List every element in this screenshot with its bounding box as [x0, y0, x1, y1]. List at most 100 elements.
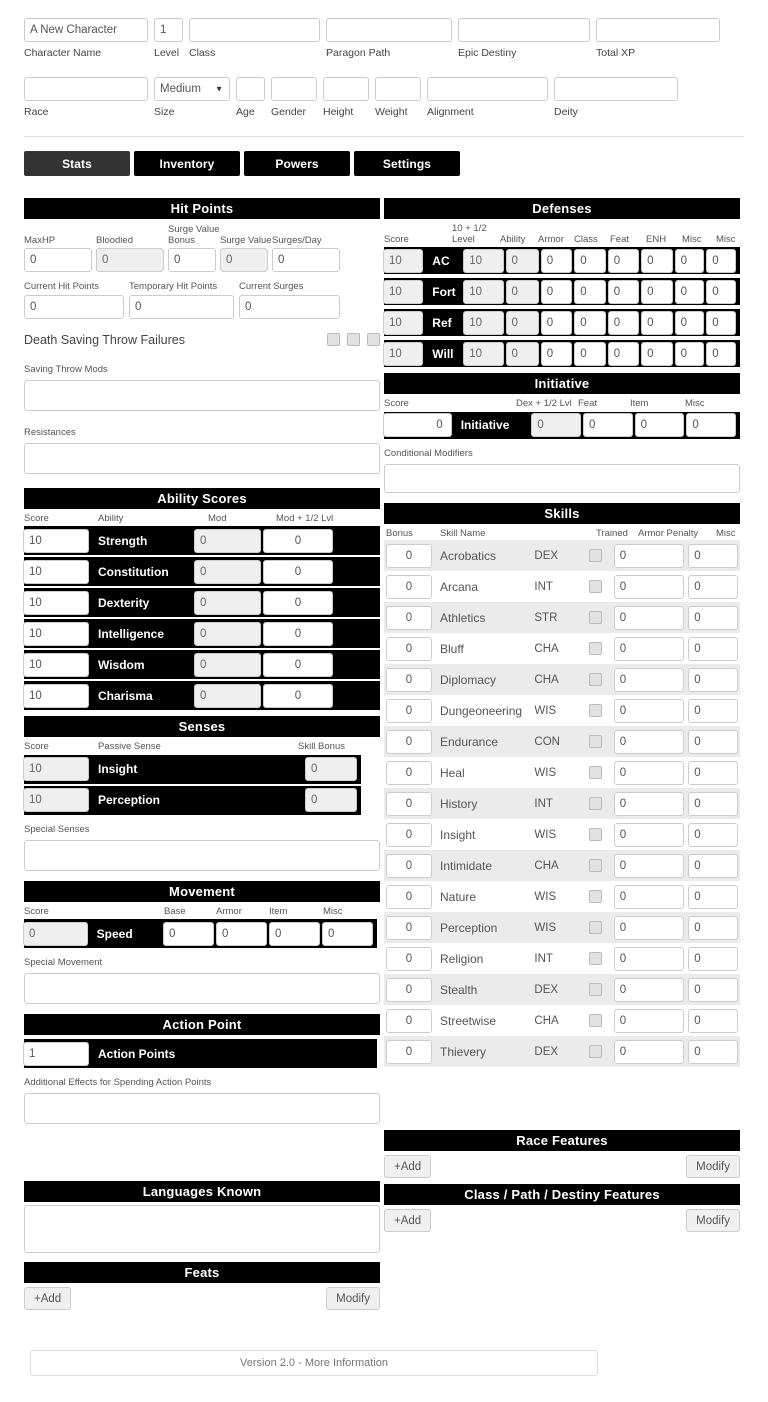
defense-score-ac[interactable]: 10 [383, 248, 424, 273]
defense-class-ac[interactable]: 0 [574, 248, 606, 273]
skill-misc-stealth[interactable]: 0 [688, 977, 738, 1002]
skill-misc-thievery[interactable]: 0 [688, 1039, 738, 1064]
deity-input[interactable] [554, 77, 678, 101]
ability-mod-half-intelligence[interactable]: 0 [263, 621, 333, 646]
ability-mod-constitution[interactable]: 0 [194, 559, 261, 584]
hp-input-maxhp[interactable]: 0 [24, 248, 92, 272]
skill-armor-penalty-acrobatics[interactable]: 0 [613, 543, 685, 568]
ability-mod-half-constitution[interactable]: 0 [263, 559, 333, 584]
skill-armor-penalty-athletics[interactable]: 0 [613, 605, 685, 630]
character-name-input[interactable]: A New Character [24, 18, 148, 42]
skill-misc-streetwise[interactable]: 0 [688, 1008, 738, 1033]
movement-armor[interactable]: 0 [215, 921, 267, 946]
skill-misc-diplomacy[interactable]: 0 [688, 667, 738, 692]
class-features-add-button[interactable]: +Add [384, 1209, 432, 1232]
ability-score-intelligence[interactable]: 10 [23, 621, 89, 646]
special-movement-input[interactable] [24, 973, 380, 1004]
total-xp-input[interactable] [596, 18, 720, 42]
defense-misc1-ref[interactable]: 0 [674, 310, 705, 335]
defense-misc2-fort[interactable]: 0 [706, 279, 736, 304]
hp-input-current-hit-points[interactable]: 0 [24, 294, 124, 319]
defense-ability-fort[interactable]: 0 [505, 279, 539, 304]
defense-ability-ref[interactable]: 0 [505, 310, 539, 335]
hp-input-bloodied[interactable]: 0 [96, 248, 164, 272]
initiative-feat[interactable]: 0 [583, 413, 633, 437]
size-select[interactable]: Medium ▼ [154, 77, 230, 101]
skill-misc-nature[interactable]: 0 [688, 884, 738, 909]
skill-armor-penalty-heal[interactable]: 0 [613, 760, 685, 785]
initiative-item[interactable]: 0 [634, 413, 685, 437]
defense-feat-fort[interactable]: 0 [607, 279, 640, 304]
skill-trained-checkbox-acrobatics[interactable] [589, 549, 603, 562]
skill-bonus-insight[interactable]: 0 [386, 822, 432, 847]
skill-bonus-heal[interactable]: 0 [386, 760, 432, 785]
skill-misc-athletics[interactable]: 0 [688, 605, 738, 630]
death-save-checkbox-1[interactable] [327, 333, 340, 346]
skill-trained-checkbox-intimidate[interactable] [589, 859, 603, 872]
skill-trained-checkbox-streetwise[interactable] [589, 1014, 603, 1027]
death-save-checkbox-2[interactable] [347, 333, 360, 346]
conditional-modifiers-input[interactable] [384, 463, 740, 493]
skill-armor-penalty-intimidate[interactable]: 0 [613, 853, 685, 878]
ability-score-charisma[interactable]: 10 [23, 683, 89, 708]
special-senses-input[interactable] [24, 839, 380, 871]
defense-armor-will[interactable]: 0 [540, 341, 573, 366]
skill-misc-intimidate[interactable]: 0 [688, 853, 738, 878]
defense-ability-ac[interactable]: 0 [505, 248, 539, 273]
hp-input-current-surges[interactable]: 0 [239, 294, 340, 319]
skill-misc-endurance[interactable]: 0 [688, 729, 738, 754]
epic-destiny-input[interactable] [458, 18, 590, 42]
ability-mod-half-dexterity[interactable]: 0 [263, 590, 333, 615]
defense-score-ref[interactable]: 10 [383, 310, 424, 335]
defense-class-ref[interactable]: 0 [574, 310, 606, 335]
defense-score-will[interactable]: 10 [383, 341, 424, 366]
age-input[interactable] [236, 77, 265, 101]
initiative-score[interactable]: 0 [383, 413, 452, 437]
skill-bonus-religion[interactable]: 0 [386, 946, 432, 971]
skill-misc-perception[interactable]: 0 [688, 915, 738, 940]
class-input[interactable] [189, 18, 320, 42]
race-features-modify-button[interactable]: Modify [686, 1155, 740, 1178]
skill-armor-penalty-stealth[interactable]: 0 [613, 977, 685, 1002]
skill-armor-penalty-insight[interactable]: 0 [613, 822, 685, 847]
defense-armor-ref[interactable]: 0 [540, 310, 573, 335]
defense-half-level-will[interactable]: 10 [463, 341, 504, 366]
skill-misc-history[interactable]: 0 [688, 791, 738, 816]
skill-trained-checkbox-endurance[interactable] [589, 735, 603, 748]
ability-mod-half-strength[interactable]: 0 [263, 528, 333, 553]
sense-score-perception[interactable]: 10 [23, 788, 89, 812]
action-point-value[interactable]: 1 [23, 1041, 89, 1066]
skill-misc-acrobatics[interactable]: 0 [688, 543, 738, 568]
skill-armor-penalty-religion[interactable]: 0 [613, 946, 685, 971]
defense-misc1-fort[interactable]: 0 [674, 279, 705, 304]
ability-mod-half-charisma[interactable]: 0 [263, 683, 333, 708]
sense-skill-bonus-perception[interactable]: 0 [305, 788, 357, 812]
tab-powers[interactable]: Powers [244, 151, 350, 176]
skill-bonus-diplomacy[interactable]: 0 [386, 667, 432, 692]
defense-enh-ac[interactable]: 0 [641, 248, 673, 273]
skill-trained-checkbox-dungeoneering[interactable] [589, 704, 603, 717]
skill-armor-penalty-arcana[interactable]: 0 [613, 574, 685, 599]
defense-misc2-ref[interactable]: 0 [706, 310, 736, 335]
class-features-modify-button[interactable]: Modify [686, 1209, 740, 1232]
movement-item[interactable]: 0 [268, 921, 320, 946]
skill-misc-dungeoneering[interactable]: 0 [688, 698, 738, 723]
skill-bonus-intimidate[interactable]: 0 [386, 853, 432, 878]
skill-armor-penalty-streetwise[interactable]: 0 [613, 1008, 685, 1033]
defense-armor-fort[interactable]: 0 [540, 279, 573, 304]
paragon-path-input[interactable] [326, 18, 452, 42]
languages-known-input[interactable] [24, 1205, 380, 1253]
defense-half-level-ac[interactable]: 10 [463, 248, 504, 273]
initiative-misc[interactable]: 0 [686, 413, 737, 437]
feats-add-button[interactable]: +Add [24, 1287, 72, 1310]
ability-mod-intelligence[interactable]: 0 [194, 621, 261, 646]
ability-mod-half-wisdom[interactable]: 0 [263, 652, 333, 677]
defense-misc1-ac[interactable]: 0 [674, 248, 705, 273]
defense-feat-ac[interactable]: 0 [607, 248, 640, 273]
skill-misc-bluff[interactable]: 0 [688, 636, 738, 661]
saving-throw-mods-input[interactable] [24, 379, 380, 411]
hp-input-surge-value[interactable]: 0 [220, 248, 268, 272]
resistances-input[interactable] [24, 442, 380, 474]
skill-bonus-stealth[interactable]: 0 [386, 977, 432, 1002]
skill-trained-checkbox-stealth[interactable] [589, 983, 603, 996]
